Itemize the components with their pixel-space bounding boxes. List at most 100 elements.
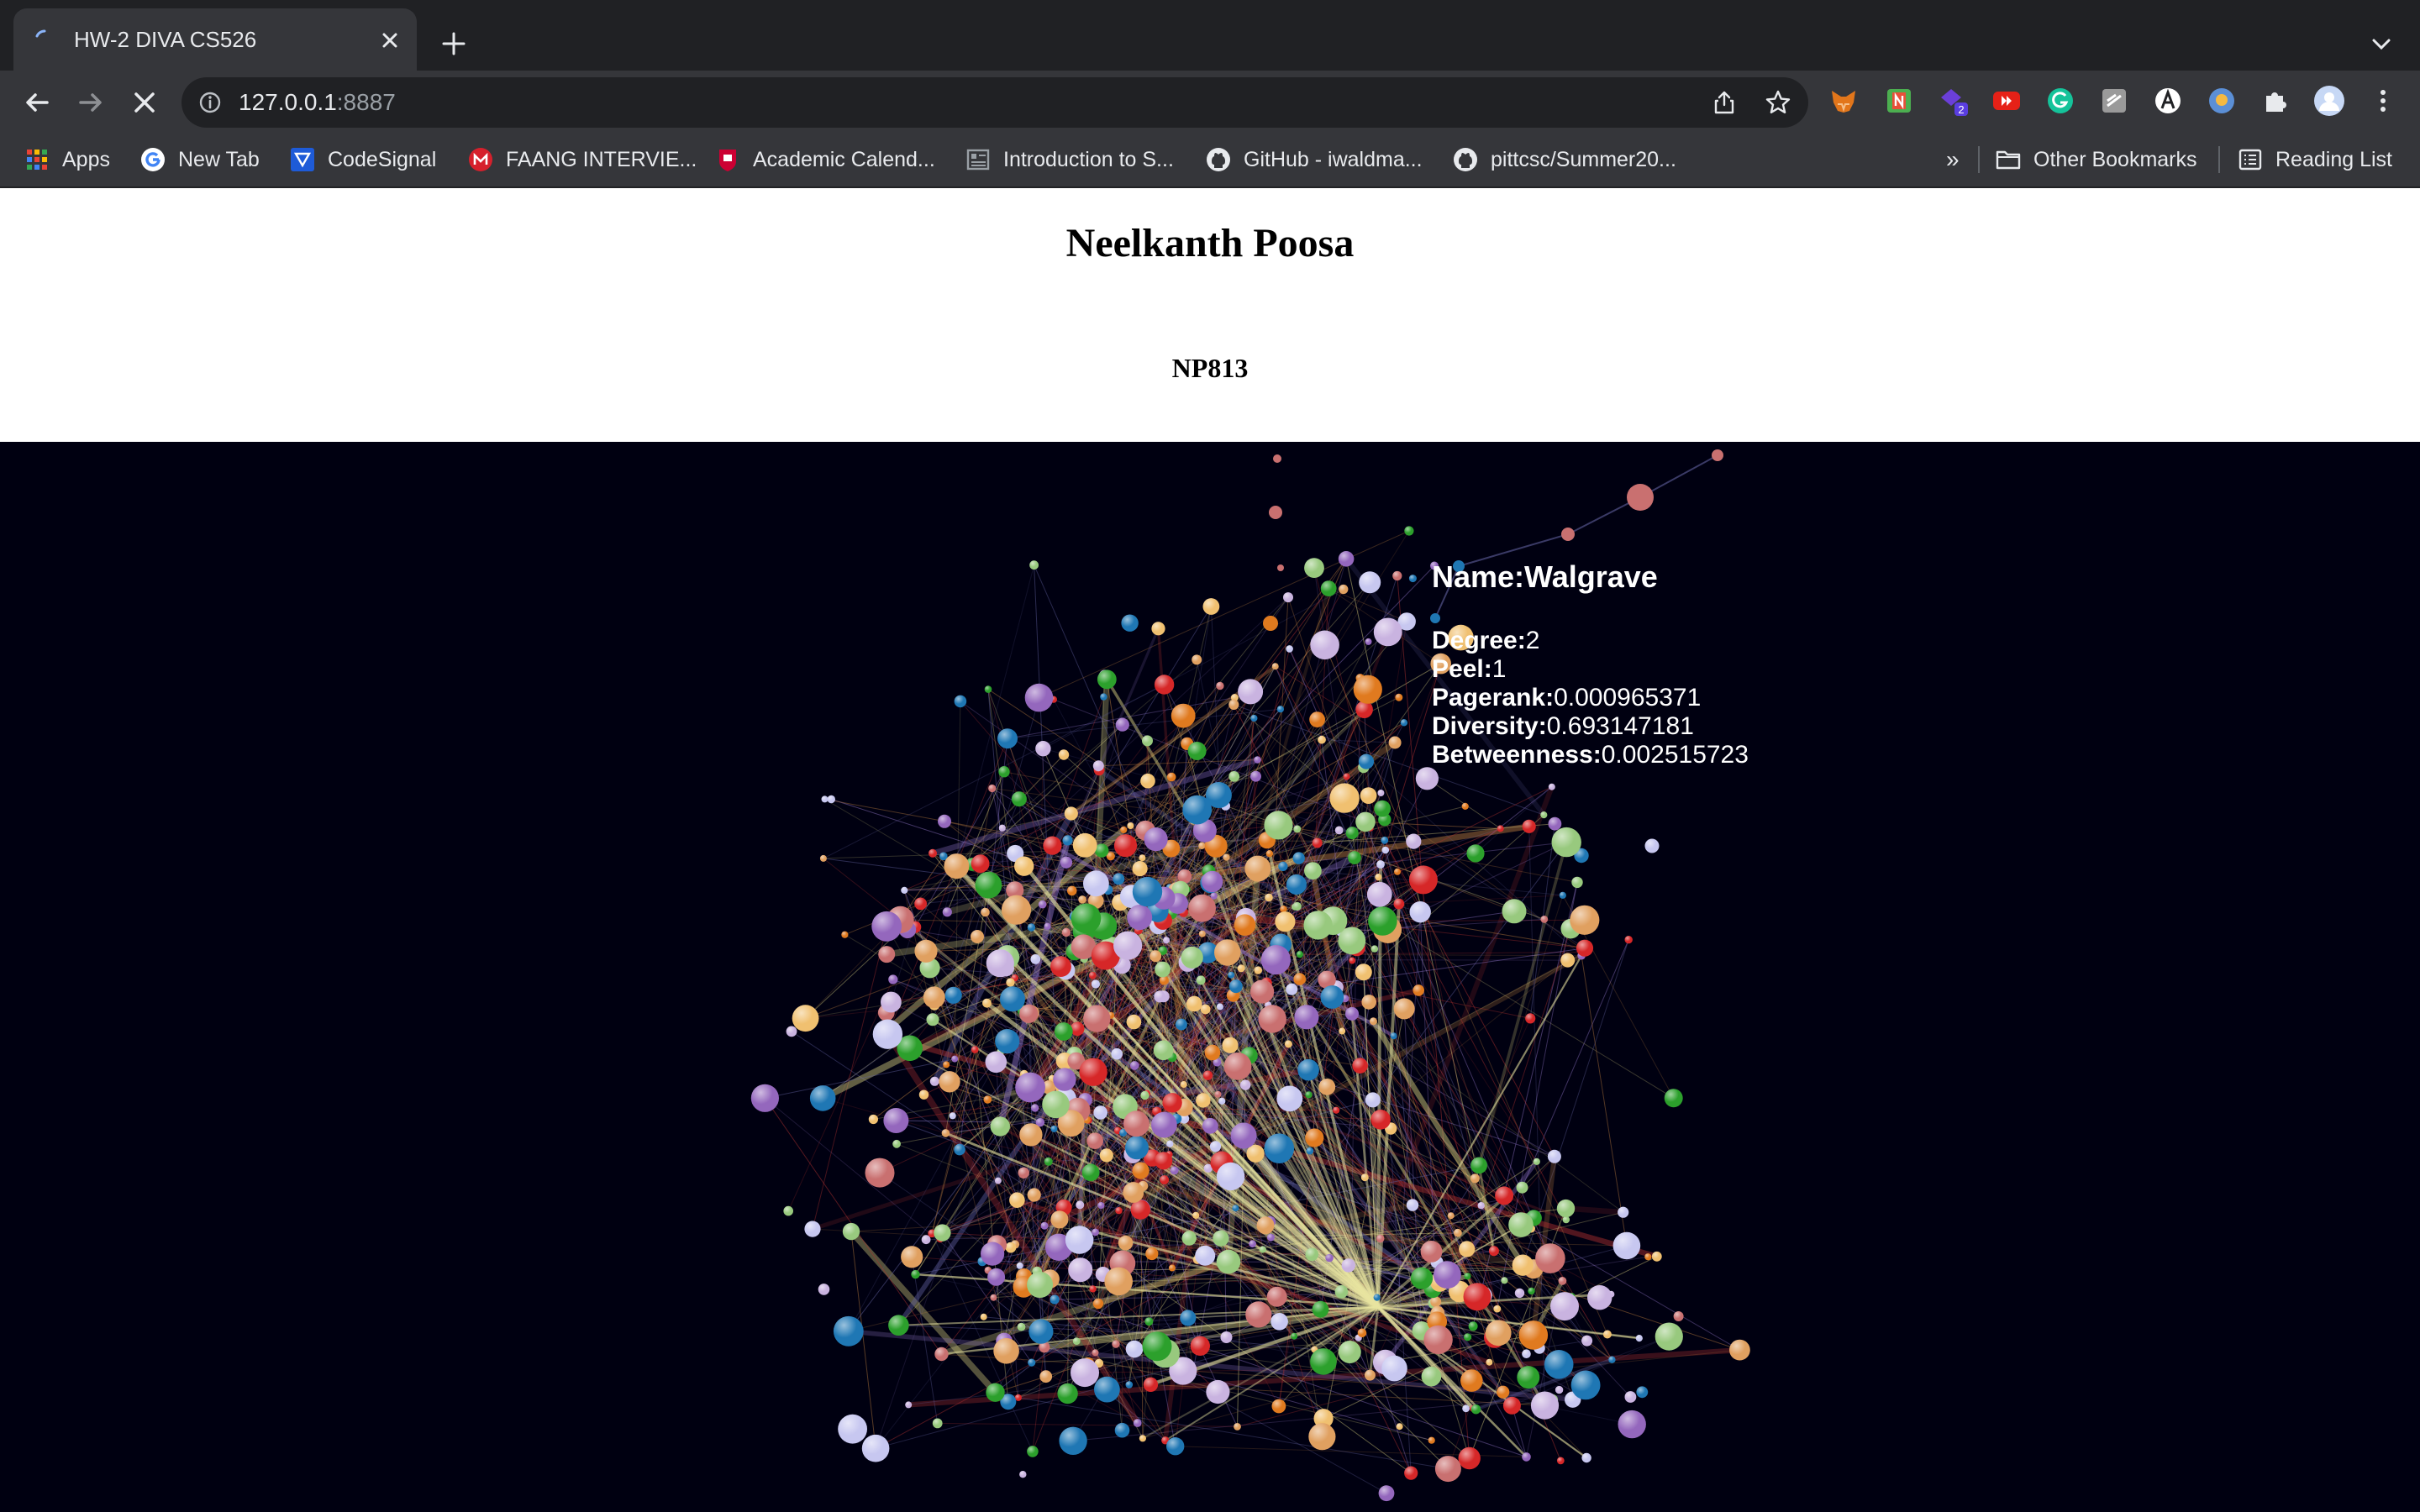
graph-node-highlight	[951, 1055, 959, 1063]
graph-node-highlight	[932, 1418, 943, 1429]
stop-loading-icon[interactable]	[126, 84, 163, 121]
site-info-icon[interactable]	[198, 91, 222, 114]
graph-node-highlight	[1089, 1285, 1097, 1293]
bookmark-apps[interactable]: Apps	[24, 133, 110, 186]
share-icon[interactable]	[1711, 89, 1738, 116]
graph-node-highlight	[1113, 873, 1125, 885]
graph-node-highlight	[1408, 575, 1417, 583]
graph-node-highlight	[1286, 874, 1307, 895]
graph-node-highlight	[1608, 1356, 1616, 1363]
graph-node-highlight	[1114, 1422, 1130, 1438]
graph-node-highlight	[984, 685, 992, 693]
extension-globe-icon[interactable]	[2205, 84, 2238, 118]
forward-arrow-icon[interactable]	[72, 84, 109, 121]
reading-list-button[interactable]: Reading List	[2237, 133, 2392, 186]
bookmark-academic-calendar[interactable]: Academic Calend...	[714, 133, 935, 186]
bookmarks-divider	[2218, 146, 2220, 173]
graph-node-highlight	[971, 854, 990, 874]
tooltip-diversity: Diversity:0.693147181	[1432, 712, 1694, 740]
tab-search-chevron-icon[interactable]	[2365, 27, 2398, 60]
graph-node-highlight	[1006, 978, 1015, 987]
graph-node-highlight	[1175, 1018, 1187, 1031]
extension-slash-icon[interactable]	[2097, 84, 2131, 118]
bookmark-star-icon[interactable]	[1765, 89, 1791, 116]
graph-node-highlight	[1468, 1321, 1478, 1331]
extension-a-icon[interactable]	[2151, 84, 2185, 118]
graph-node-highlight	[975, 871, 1002, 899]
graph-node-highlight	[1358, 753, 1375, 769]
graph-node-highlight	[1216, 1249, 1241, 1274]
network-graph-canvas[interactable]: Name:Walgrave Degree:2 Peel:1 Pagerank:0…	[0, 442, 2420, 1512]
graph-node-highlight	[1031, 1104, 1039, 1112]
graph-node-highlight	[1373, 1294, 1381, 1301]
graph-node-highlight	[1086, 1132, 1103, 1149]
graph-node-highlight	[1364, 1369, 1376, 1381]
graph-node-highlight	[1132, 1162, 1150, 1179]
network-graph[interactable]	[0, 442, 2420, 1512]
grammarly-icon[interactable]	[2044, 84, 2077, 118]
graph-node-highlight	[804, 1221, 821, 1237]
bookmark-github-iwaldman[interactable]: GitHub - iwaldma...	[1205, 133, 1423, 186]
address-bar[interactable]: 127.0.0.1:8887	[182, 77, 1808, 128]
other-bookmarks-folder[interactable]: Other Bookmarks	[1995, 133, 2197, 186]
new-tab-icon[interactable]	[437, 27, 471, 60]
bookmark-codesignal[interactable]: CodeSignal	[289, 133, 436, 186]
graph-node-highlight	[1072, 1337, 1081, 1345]
graph-node-highlight	[1393, 998, 1415, 1020]
bookmarks-overflow-button[interactable]: »	[1946, 133, 1960, 186]
graph-node-highlight	[1094, 1376, 1120, 1403]
graph-node-highlight	[1228, 699, 1239, 710]
youtube-skip-icon[interactable]	[1990, 84, 2023, 118]
graph-node-highlight	[1297, 1058, 1319, 1081]
graph-node-highlight	[1410, 1267, 1434, 1289]
graph-node-highlight	[1044, 922, 1051, 930]
close-tab-icon[interactable]	[378, 29, 402, 52]
graph-node-highlight	[1016, 1262, 1023, 1269]
graph-node-highlight	[980, 1313, 987, 1320]
graph-node-highlight	[1339, 1027, 1346, 1035]
graph-node-highlight	[1018, 1167, 1029, 1179]
graph-node-highlight	[1151, 1111, 1177, 1138]
bookmark-pittcsc[interactable]: pittcsc/Summer20...	[1452, 133, 1676, 186]
graph-node-highlight	[1360, 1173, 1369, 1182]
graph-node-highlight	[982, 998, 992, 1008]
graph-node-highlight	[1508, 1212, 1534, 1237]
graph-node-highlight	[1140, 1090, 1150, 1100]
graph-node-highlight	[1154, 675, 1175, 695]
graph-node-highlight	[1216, 681, 1224, 690]
m-logo-icon	[469, 148, 492, 171]
profile-avatar[interactable]	[2312, 84, 2346, 118]
graph-node-highlight	[1187, 742, 1207, 760]
graph-node-highlight	[1245, 1301, 1272, 1328]
graph-node-highlight	[987, 1268, 1006, 1286]
graph-node-highlight	[1259, 1246, 1266, 1253]
bookmark-new-tab[interactable]: New Tab	[139, 133, 260, 186]
graph-node	[1269, 506, 1282, 519]
extension-n-icon[interactable]	[1882, 84, 1916, 118]
extension-badge-icon[interactable]: 2	[1936, 84, 1970, 118]
graph-node-highlight	[1066, 885, 1077, 896]
bookmark-introduction[interactable]: Introduction to S...	[965, 133, 1174, 186]
graph-edge	[1328, 588, 1407, 622]
metamask-fox-icon[interactable]	[1827, 84, 1860, 118]
graph-node-highlight	[918, 1089, 929, 1100]
graph-node-highlight	[1292, 852, 1305, 864]
back-arrow-icon[interactable]	[18, 84, 55, 121]
browser-menu-icon[interactable]	[2368, 84, 2398, 118]
graph-node-highlight	[1192, 654, 1202, 665]
graph-node-highlight	[914, 897, 927, 911]
graph-node-highlight	[1244, 855, 1271, 882]
bookmark-faang[interactable]: FAANG INTERVIE...	[467, 133, 697, 186]
graph-node-highlight	[986, 949, 1014, 978]
graph-node-highlight	[1050, 1125, 1058, 1132]
graph-node-highlight	[1038, 900, 1047, 909]
graph-node-highlight	[1092, 1228, 1099, 1236]
graph-node-highlight	[750, 1084, 780, 1112]
extensions-puzzle-icon[interactable]	[2259, 84, 2292, 118]
graph-node-highlight	[949, 1112, 956, 1120]
graph-node-highlight	[1400, 719, 1408, 727]
graph-node-highlight	[1115, 1207, 1123, 1215]
graph-node-highlight	[1111, 1047, 1123, 1060]
browser-tab[interactable]: HW-2 DIVA CS526	[13, 8, 417, 71]
graph-node-highlight	[1291, 1332, 1298, 1340]
